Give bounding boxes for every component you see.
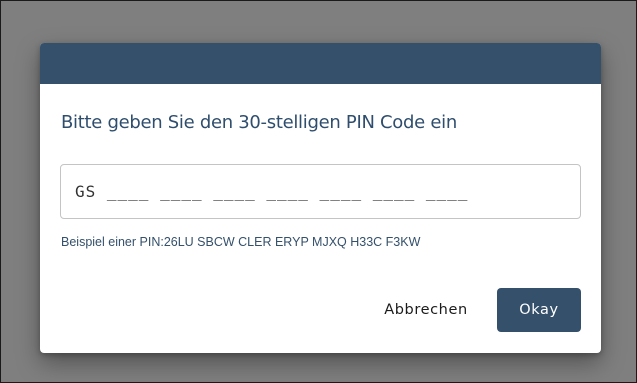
pin-input[interactable] (75, 165, 570, 218)
pin-field[interactable] (60, 164, 581, 219)
dialog-title: Bitte geben Sie den 30-stelligen PIN Cod… (61, 112, 457, 133)
pin-dialog: Bitte geben Sie den 30-stelligen PIN Cod… (40, 43, 601, 353)
dialog-header (40, 43, 601, 84)
okay-button[interactable]: Okay (497, 288, 581, 332)
pin-example-hint: Beispiel einer PIN:26LU SBCW CLER ERYP M… (61, 235, 421, 249)
cancel-button[interactable]: Abbrechen (370, 288, 482, 332)
